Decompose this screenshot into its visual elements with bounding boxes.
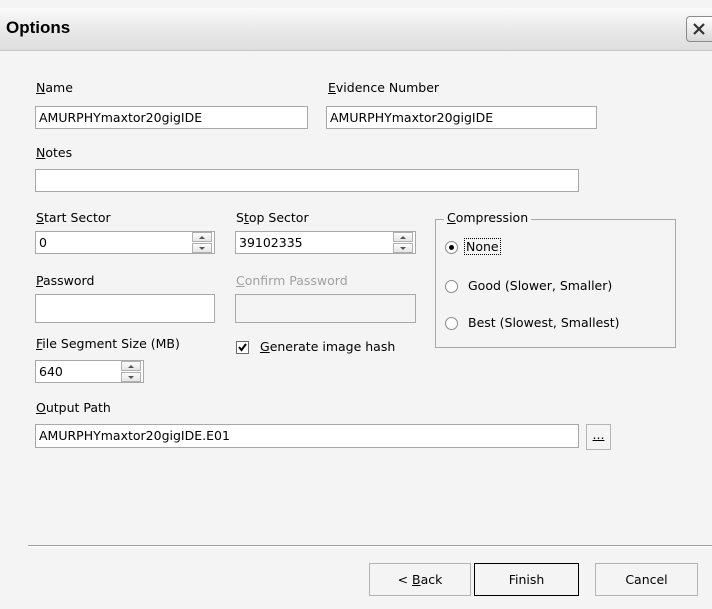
compression-best-radio[interactable] bbox=[445, 317, 458, 330]
spin-up-icon[interactable] bbox=[192, 232, 212, 242]
start-sector-field[interactable]: 0 bbox=[35, 231, 215, 254]
file-segment-size-spinner[interactable] bbox=[121, 361, 141, 382]
password-label: Password bbox=[36, 273, 95, 288]
back-button[interactable]: < Back bbox=[369, 563, 471, 596]
footer-divider bbox=[28, 545, 712, 547]
spin-up-icon[interactable] bbox=[393, 232, 413, 242]
cancel-button[interactable]: Cancel bbox=[595, 563, 698, 596]
output-path-label: Output Path bbox=[36, 400, 111, 415]
dialog-title: Options bbox=[6, 18, 71, 37]
stop-sector-field[interactable]: 39102335 bbox=[235, 231, 416, 254]
options-dialog: Options Name AMURPHYmaxtor20gigIDE Evide… bbox=[0, 0, 712, 609]
close-button[interactable] bbox=[686, 16, 712, 42]
compression-none-label[interactable]: None bbox=[464, 238, 501, 255]
spin-down-icon[interactable] bbox=[393, 243, 413, 253]
name-field[interactable]: AMURPHYmaxtor20gigIDE bbox=[35, 106, 308, 129]
generate-hash-label[interactable]: Generate image hash bbox=[260, 339, 395, 354]
password-field[interactable] bbox=[35, 294, 215, 323]
compression-good-label[interactable]: Good (Slower, Smaller) bbox=[468, 278, 612, 293]
spin-down-icon[interactable] bbox=[192, 243, 212, 253]
confirm-password-field bbox=[235, 294, 416, 323]
spin-down-icon[interactable] bbox=[121, 372, 141, 382]
file-segment-size-label: File Segment Size (MB) bbox=[36, 336, 180, 351]
notes-label: Notes bbox=[36, 145, 73, 160]
browse-button[interactable]: ... bbox=[586, 424, 611, 450]
checkmark-icon bbox=[238, 343, 247, 352]
compression-label: Compression bbox=[444, 210, 532, 225]
notes-field[interactable] bbox=[35, 169, 579, 192]
stop-sector-label: Stop Sector bbox=[236, 210, 309, 225]
output-path-field[interactable]: AMURPHYmaxtor20gigIDE.E01 bbox=[35, 424, 579, 448]
evidence-number-field[interactable]: AMURPHYmaxtor20gigIDE bbox=[326, 106, 597, 129]
evidence-number-label: Evidence Number bbox=[328, 80, 440, 95]
compression-none-radio[interactable] bbox=[445, 241, 458, 254]
spin-up-icon[interactable] bbox=[121, 361, 141, 371]
compression-best-label[interactable]: Best (Slowest, Smallest) bbox=[468, 315, 620, 330]
finish-button[interactable]: Finish bbox=[474, 563, 579, 596]
title-bar: Options bbox=[0, 8, 712, 51]
compression-good-radio[interactable] bbox=[445, 280, 458, 293]
generate-hash-checkbox[interactable] bbox=[236, 341, 249, 354]
name-label: Name bbox=[36, 80, 73, 95]
close-icon bbox=[693, 23, 705, 35]
stop-sector-spinner[interactable] bbox=[393, 232, 413, 253]
confirm-password-label: Confirm Password bbox=[236, 273, 348, 288]
start-sector-spinner[interactable] bbox=[192, 232, 212, 253]
start-sector-label: Start Sector bbox=[36, 210, 111, 225]
